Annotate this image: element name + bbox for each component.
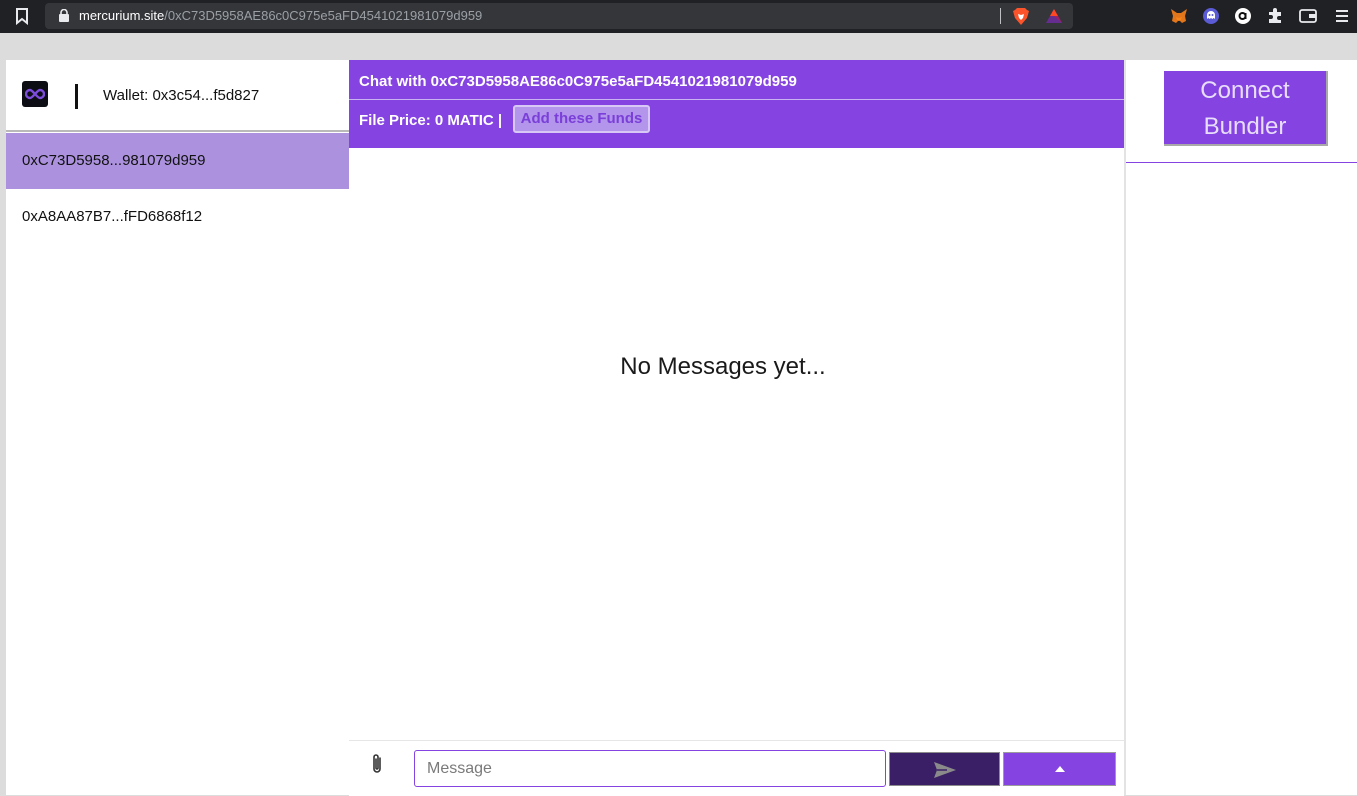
add-funds-button[interactable]: Add these Funds (513, 105, 650, 133)
message-input[interactable] (414, 750, 886, 787)
chat-panel: Chat with 0xC73D5958AE86c0C975e5aFD45410… (349, 60, 1124, 796)
empty-messages: No Messages yet... (620, 353, 826, 380)
paperclip-icon[interactable] (369, 752, 385, 776)
contact-item[interactable]: 0xA8AA87B7...fFD6868f12 (6, 189, 349, 245)
metamask-icon[interactable] (1170, 7, 1188, 25)
app-container: Wallet: 0x3c54...f5d827 0xC73D5958...981… (6, 60, 1357, 796)
expand-button[interactable] (1003, 752, 1116, 786)
infinity-logo-icon (25, 88, 45, 100)
amazon-icon[interactable] (1234, 7, 1252, 25)
extensions-puzzle-icon[interactable] (1266, 7, 1284, 25)
send-button[interactable] (889, 752, 1000, 786)
chat-header: Chat with 0xC73D5958AE86c0C975e5aFD45410… (349, 60, 1124, 100)
contact-address: 0xA8AA87B7...fFD6868f12 (22, 208, 203, 225)
sidebar-header: Wallet: 0x3c54...f5d827 (6, 60, 349, 132)
app-logo (22, 81, 48, 107)
brave-rewards-icon[interactable] (1045, 8, 1063, 24)
contact-list: 0xC73D5958...981079d959 0xA8AA87B7...fFD… (6, 133, 349, 245)
file-price: File Price: 0 MATIC | (359, 112, 503, 129)
header-divider (75, 84, 78, 109)
url-divider (1000, 8, 1001, 24)
url-path: /0xC73D5958AE86c0C975e5aFD4541021981079d… (164, 8, 483, 23)
message-composer (349, 740, 1124, 796)
browser-toolbar: mercurium.site/0xC73D5958AE86c0C975e5aFD… (0, 0, 1357, 33)
right-panel: Connect Bundler (1124, 60, 1357, 795)
caret-up-icon (1055, 766, 1065, 772)
chat-title: Chat with 0xC73D5958AE86c0C975e5aFD45410… (359, 73, 797, 90)
bookmarks-bar (0, 33, 1357, 59)
address-bar[interactable]: mercurium.site/0xC73D5958AE86c0C975e5aFD… (45, 3, 1073, 29)
bookmark-icon[interactable] (15, 8, 29, 25)
wallet-icon[interactable] (1299, 7, 1317, 25)
lock-icon (59, 9, 69, 22)
menu-icon[interactable] (1333, 7, 1351, 25)
sidebar: Wallet: 0x3c54...f5d827 0xC73D5958...981… (6, 60, 349, 795)
ghost-ext-icon[interactable] (1202, 7, 1220, 25)
wallet-address: Wallet: 0x3c54...f5d827 (103, 87, 260, 104)
send-icon (934, 762, 956, 778)
connect-bundler-button[interactable]: Connect Bundler (1164, 71, 1328, 146)
file-price-bar: File Price: 0 MATIC | Add these Funds (349, 100, 1124, 148)
url-domain: mercurium.site (79, 8, 165, 23)
contact-address: 0xC73D5958...981079d959 (22, 152, 206, 169)
bundler-header: Connect Bundler (1126, 60, 1357, 163)
contact-item-active[interactable]: 0xC73D5958...981079d959 (6, 133, 349, 189)
brave-shield-icon[interactable] (1012, 7, 1030, 26)
url-text: mercurium.site/0xC73D5958AE86c0C975e5aFD… (79, 8, 482, 23)
